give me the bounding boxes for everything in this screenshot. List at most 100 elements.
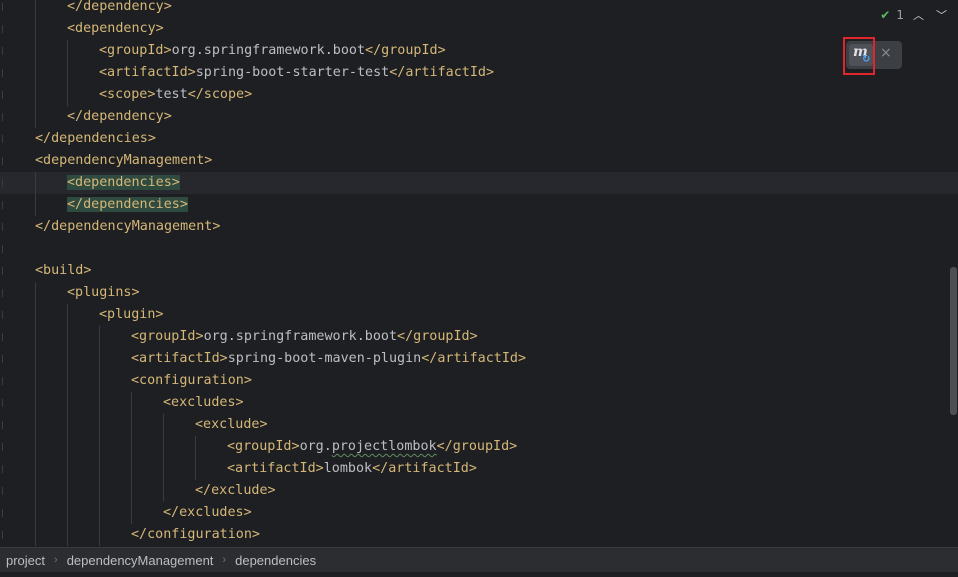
code-text: </exclude>: [195, 480, 276, 502]
chevron-up-icon[interactable]: ︿: [910, 7, 927, 23]
code-token: projectlombok: [331, 439, 437, 454]
code-token: test: [155, 87, 188, 102]
code-token: <groupId>: [99, 43, 172, 58]
gutter-mark: [2, 421, 3, 429]
code-token: spring-boot-maven-plugin: [227, 351, 422, 366]
code-editor[interactable]: </configuration> </excludes> </exclude> <ar…: [0, 0, 958, 547]
code-line[interactable]: <plugins>: [0, 282, 958, 304]
code-line[interactable]: <artifactId>spring-boot-maven-plugin</ar…: [0, 348, 958, 370]
code-line[interactable]: </dependencyManagement>: [0, 216, 958, 238]
indent-guide: [163, 480, 164, 502]
close-icon[interactable]: ×: [880, 45, 892, 61]
code-line[interactable]: </exclude>: [0, 480, 958, 502]
gutter-mark: [2, 443, 3, 451]
code-line[interactable]: <plugin>: [0, 304, 958, 326]
code-line[interactable]: <exclude>: [0, 414, 958, 436]
indent-guide: [35, 172, 36, 194]
gutter-mark: [2, 47, 3, 55]
indent-guide: [35, 392, 36, 414]
code-line[interactable]: </configuration>: [0, 524, 958, 546]
code-token: <dependencyManagement>: [35, 153, 213, 168]
gutter-mark: [2, 399, 3, 407]
code-token: <plugins>: [67, 285, 140, 300]
code-line[interactable]: <excludes>: [0, 392, 958, 414]
code-text: </dependency>: [67, 106, 172, 128]
code-line[interactable]: <build>: [0, 260, 958, 282]
indent-guide: [163, 436, 164, 458]
chevron-down-icon[interactable]: ﹀: [933, 7, 950, 23]
code-token: </dependency>: [67, 0, 172, 14]
indent-guide: [99, 436, 100, 458]
indent-guide: [99, 502, 100, 524]
code-text: <groupId>org.springframework.boot</group…: [99, 40, 446, 62]
code-line[interactable]: <groupId>org.projectlombok</groupId>: [0, 436, 958, 458]
check-icon: ✔: [880, 8, 891, 22]
gutter-mark: [2, 267, 3, 275]
gutter-mark: [2, 487, 3, 495]
code-token: </groupId>: [397, 329, 478, 344]
breadcrumb: project › dependencyManagement › depende…: [0, 547, 958, 572]
indent-guide: [195, 436, 196, 458]
indent-guide: [131, 392, 132, 414]
inspection-widget[interactable]: ✔ 1 ︿ ﹀: [880, 6, 950, 24]
code-text: <groupId>org.springframework.boot</group…: [131, 326, 478, 348]
indent-guide: [99, 392, 100, 414]
code-text: <exclude>: [195, 414, 268, 436]
code-line[interactable]: <dependencies>: [0, 172, 958, 194]
indent-guide: [35, 326, 36, 348]
code-line[interactable]: <dependency>: [0, 18, 958, 40]
indent-guide: [67, 436, 68, 458]
indent-guide: [35, 436, 36, 458]
indent-guide: [99, 370, 100, 392]
indent-guide: [67, 62, 68, 84]
code-token: </artifactId>: [389, 65, 495, 80]
breadcrumb-item-project[interactable]: project: [6, 553, 45, 568]
code-line[interactable]: <dependencyManagement>: [0, 150, 958, 172]
breadcrumb-item-dependency-management[interactable]: dependencyManagement: [67, 553, 214, 568]
code-token: </groupId>: [365, 43, 446, 58]
code-text: </excludes>: [163, 502, 252, 524]
code-token: <excludes>: [163, 395, 244, 410]
code-text: <scope>test</scope>: [99, 84, 252, 106]
code-token: </scope>: [187, 87, 253, 102]
indent-guide: [99, 480, 100, 502]
vertical-scrollbar[interactable]: [950, 267, 957, 415]
chevron-right-icon: ›: [54, 554, 58, 566]
code-line[interactable]: </dependencies>: [0, 194, 958, 216]
highlight-annotation: [843, 37, 875, 75]
code-line[interactable]: </excludes>: [0, 502, 958, 524]
code-line[interactable]: <artifactId>spring-boot-starter-test</ar…: [0, 62, 958, 84]
code-line[interactable]: <scope>test</scope>: [0, 84, 958, 106]
gutter-mark: [2, 245, 3, 253]
code-line[interactable]: <groupId>org.springframework.boot</group…: [0, 326, 958, 348]
indent-guide: [67, 524, 68, 546]
code-line[interactable]: <artifactId>lombok</artifactId>: [0, 458, 958, 480]
code-line[interactable]: </dependency>: [0, 0, 958, 18]
indent-guide: [163, 458, 164, 480]
code-line[interactable]: [0, 238, 958, 260]
indent-guide: [35, 304, 36, 326]
code-text: <plugins>: [67, 282, 140, 304]
code-text: <excludes>: [163, 392, 244, 414]
indent-guide: [35, 458, 36, 480]
gutter-mark: [2, 531, 3, 539]
code-text: <artifactId>lombok</artifactId>: [227, 458, 477, 480]
code-text: <artifactId>spring-boot-starter-test</ar…: [99, 62, 494, 84]
breadcrumb-item-dependencies[interactable]: dependencies: [235, 553, 316, 568]
code-line[interactable]: <groupId>org.springframework.boot</group…: [0, 40, 958, 62]
code-text: <build>: [35, 260, 91, 282]
code-line[interactable]: <configuration>: [0, 370, 958, 392]
code-line[interactable]: </dependency>: [0, 106, 958, 128]
indent-guide: [35, 370, 36, 392]
code-token: <dependency>: [67, 21, 164, 36]
code-text: </configuration>: [131, 524, 260, 546]
code-text: <dependency>: [67, 18, 164, 40]
code-line[interactable]: </dependencies>: [0, 128, 958, 150]
code-text: </dependencies>: [35, 128, 156, 150]
code-token: <configuration>: [131, 373, 252, 388]
indent-guide: [131, 502, 132, 524]
gutter-mark: [2, 91, 3, 99]
gutter-mark: [2, 377, 3, 385]
indent-guide: [67, 370, 68, 392]
indent-guide: [67, 458, 68, 480]
